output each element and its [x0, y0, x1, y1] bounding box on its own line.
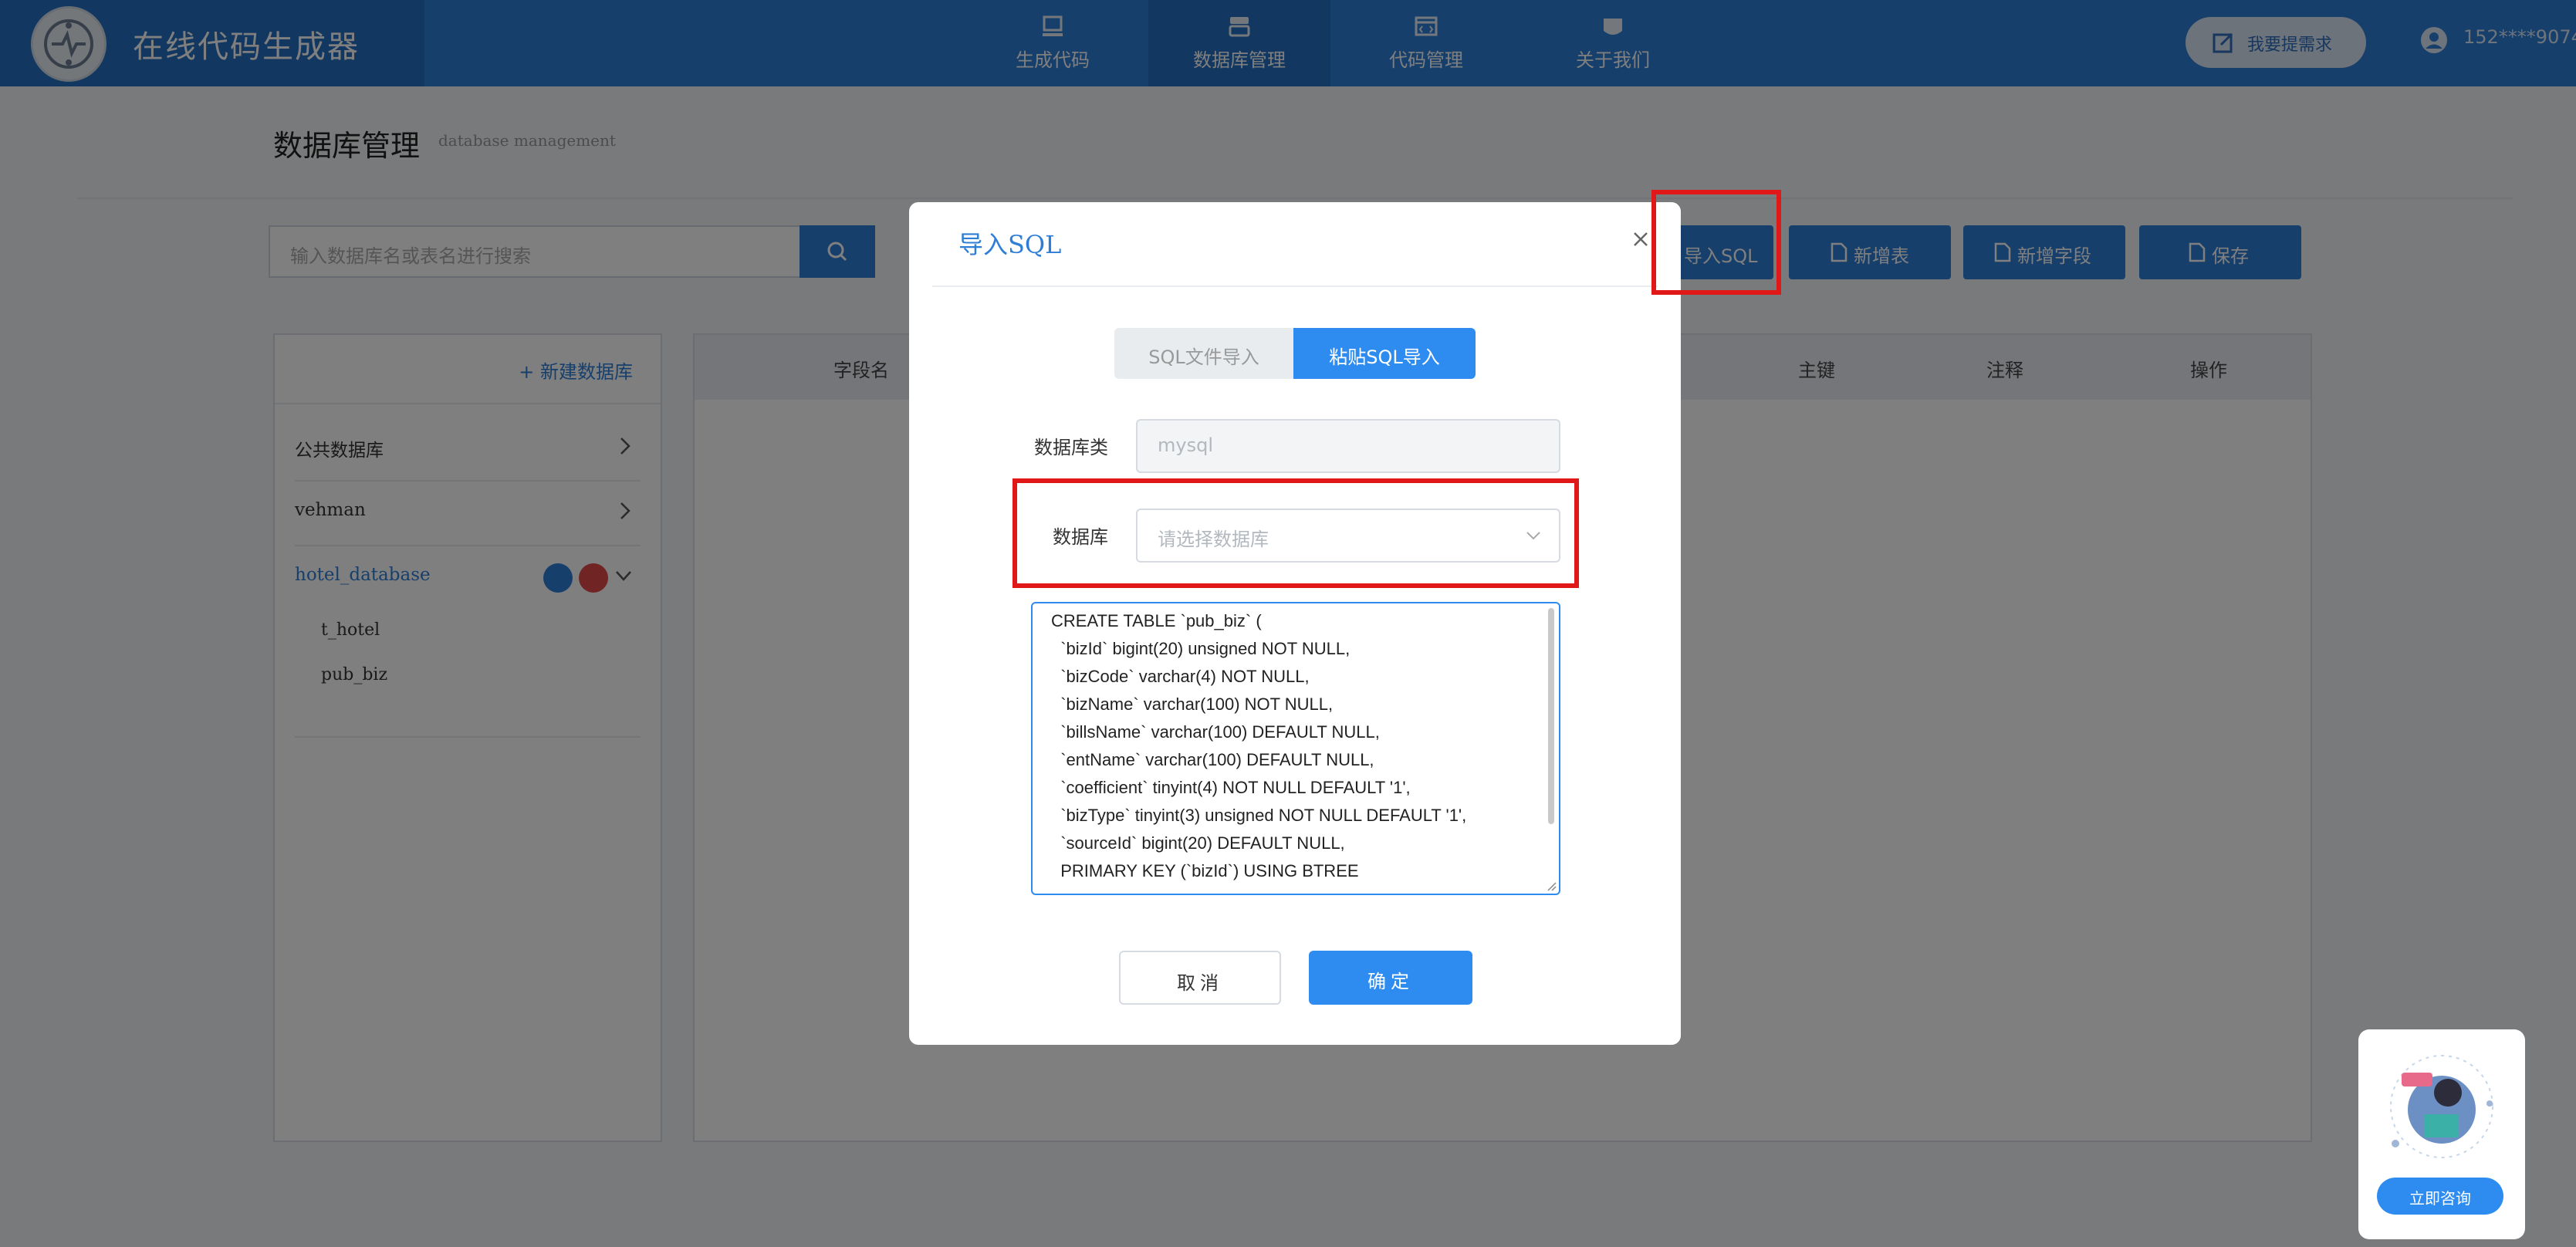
db-type-field: mysql — [1136, 419, 1560, 473]
dialog-title: 导入SQL — [958, 230, 1062, 259]
consult-label: 立即咨询 — [2409, 1189, 2471, 1208]
tab-paste-sql-import[interactable]: 粘贴SQL导入 — [1293, 328, 1476, 379]
sql-line: `sourceId` bigint(20) DEFAULT NULL, — [1051, 833, 1345, 853]
highlight-box-database — [1012, 478, 1579, 588]
close-icon[interactable] — [1631, 230, 1650, 248]
divider — [932, 286, 1658, 287]
sql-textarea[interactable]: CREATE TABLE `pub_biz` ( `bizId` bigint(… — [1031, 602, 1560, 895]
sql-line: `bizId` bigint(20) unsigned NOT NULL, — [1051, 639, 1351, 658]
sql-line: `coefficient` tinyint(4) NOT NULL DEFAUL… — [1051, 778, 1411, 797]
tab-label: 粘贴SQL导入 — [1329, 346, 1440, 368]
import-sql-dialog: 导入SQL SQL文件导入 粘贴SQL导入 数据库类 mysql 数据库 请选择… — [909, 202, 1681, 1045]
sql-line: `entName` varchar(100) DEFAULT NULL, — [1051, 750, 1374, 769]
cancel-label: 取消 — [1177, 972, 1223, 994]
confirm-label: 确定 — [1367, 971, 1414, 992]
confirm-button[interactable]: 确定 — [1309, 951, 1472, 1005]
sql-line: `bizCode` varchar(4) NOT NULL, — [1051, 667, 1310, 686]
db-type-label: 数据库类 — [1034, 437, 1108, 458]
consult-widget[interactable]: 立即咨询 — [2358, 1029, 2525, 1239]
sql-line: `bizName` varchar(100) NOT NULL, — [1051, 694, 1334, 714]
sql-line: `bizType` tinyint(3) unsigned NOT NULL D… — [1051, 806, 1467, 825]
sql-line: `billsName` varchar(100) DEFAULT NULL, — [1051, 722, 1380, 742]
tab-sql-file-import[interactable]: SQL文件导入 — [1114, 328, 1293, 379]
cancel-button[interactable]: 取消 — [1119, 951, 1281, 1005]
tab-label: SQL文件导入 — [1148, 346, 1259, 368]
consult-button[interactable]: 立即咨询 — [2377, 1178, 2503, 1215]
highlight-box-import — [1651, 190, 1781, 295]
scrollbar[interactable] — [1548, 608, 1554, 824]
sql-line: CREATE TABLE `pub_biz` ( — [1051, 611, 1262, 630]
db-type-value: mysql — [1158, 434, 1213, 456]
support-avatar-icon — [2390, 1055, 2493, 1158]
resize-handle-icon[interactable] — [1547, 881, 1557, 892]
sql-line: PRIMARY KEY (`bizId`) USING BTREE — [1051, 861, 1359, 880]
